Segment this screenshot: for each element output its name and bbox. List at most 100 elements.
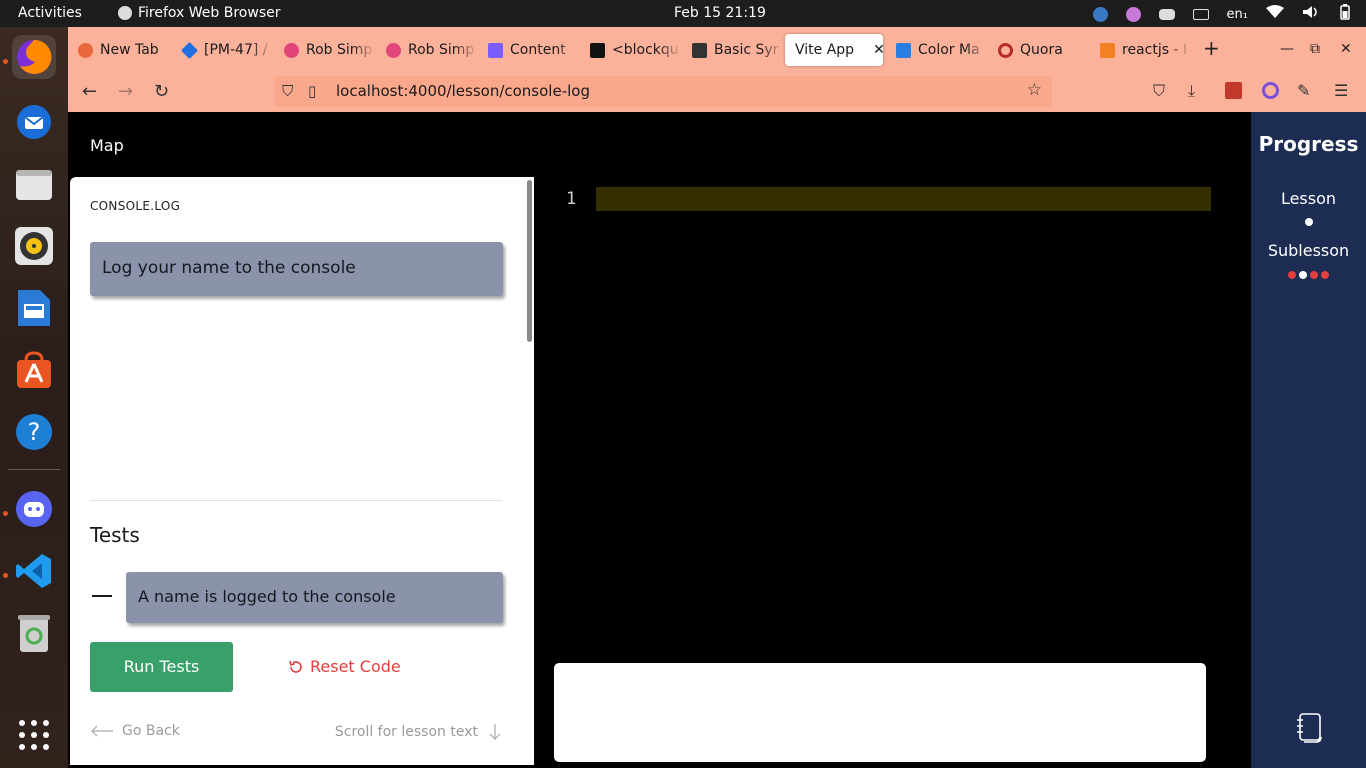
tab-quora[interactable]: Quora	[988, 34, 1090, 66]
scroll-hint-label: Scroll for lesson text	[334, 724, 478, 740]
app-name-label: Firefox Web Browser	[138, 5, 281, 21]
tab-color-map[interactable]: Color Ma	[886, 34, 988, 66]
minimize-icon[interactable]: —	[1280, 41, 1294, 57]
code-editor[interactable]: 1	[534, 177, 1251, 657]
go-back-link[interactable]: Go Back	[90, 723, 180, 739]
discord-dock-icon[interactable]	[12, 487, 56, 531]
sublesson-progress-label: Sublesson	[1267, 241, 1350, 260]
tab-basic-syntax[interactable]: Basic Syr	[682, 34, 784, 66]
app-menu[interactable]: Firefox Web Browser	[118, 5, 281, 21]
active-line-highlight[interactable]	[596, 187, 1211, 211]
volume-icon[interactable]	[1302, 5, 1320, 23]
sublesson-dot[interactable]	[1321, 271, 1329, 279]
tab-blockquote[interactable]: <blockqu	[580, 34, 682, 66]
hamburger-menu-icon[interactable]: ☰	[1334, 81, 1348, 100]
running-indicator	[3, 59, 8, 64]
tab-favicon-icon	[284, 42, 299, 58]
drive-icon[interactable]	[1192, 8, 1209, 20]
sublesson-dot[interactable]	[1310, 271, 1318, 279]
arrow-left-icon	[91, 725, 113, 737]
activities-button[interactable]: Activities	[18, 5, 82, 21]
tab-favicon-icon	[488, 42, 503, 58]
tab-favicon-icon	[1100, 42, 1115, 58]
shield-icon[interactable]: ⛉	[282, 82, 293, 100]
vscode-dock-icon[interactable]	[12, 549, 56, 593]
reset-icon	[289, 660, 302, 673]
dock-separator	[8, 469, 60, 470]
battery-icon[interactable]	[1338, 4, 1352, 24]
forward-arrow-icon[interactable]: →	[118, 81, 133, 102]
new-tab-plus-icon[interactable]: +	[1203, 36, 1220, 60]
sublesson-dot[interactable]	[1288, 271, 1296, 279]
discord-tray-icon[interactable]	[1158, 8, 1175, 20]
progress-title: Progress	[1258, 132, 1359, 156]
map-link[interactable]: Map	[90, 136, 124, 155]
bookmark-star-icon[interactable]: ☆	[1027, 80, 1042, 100]
reload-icon[interactable]: ↻	[154, 81, 169, 102]
thunderbird-dock-icon[interactable]	[12, 100, 56, 144]
pocket-icon[interactable]: ⛉	[1153, 81, 1165, 101]
rhythmbox-dock-icon[interactable]	[12, 224, 56, 268]
files-dock-icon[interactable]	[12, 162, 56, 206]
tab-close-icon[interactable]: ✕	[873, 42, 883, 58]
tab-favicon-icon	[78, 42, 93, 58]
line-number: 1	[566, 189, 577, 209]
show-apps-icon[interactable]	[12, 713, 56, 757]
notebook-icon[interactable]	[1294, 712, 1324, 748]
tab-strip: New Tab [PM-47] / Rob Simp Rob Simp Cont…	[68, 27, 1366, 72]
svg-text:?: ?	[28, 418, 41, 446]
color-picker-extension-icon[interactable]	[1262, 82, 1279, 99]
help-dock-icon[interactable]: ?	[12, 410, 56, 454]
lesson-scrollbar[interactable]	[527, 180, 532, 342]
page-info-icon[interactable]: ▯	[308, 82, 316, 100]
language-indicator[interactable]: en₁	[1227, 7, 1248, 22]
tab-vite-app[interactable]: Vite App ✕	[785, 34, 883, 66]
lesson-dot[interactable]	[1304, 218, 1313, 226]
tab-favicon-icon	[692, 42, 707, 58]
progress-panel: Progress Lesson Sublesson	[1251, 112, 1366, 768]
reset-code-label: Reset Code	[310, 657, 401, 676]
tab-content[interactable]: Content	[478, 34, 580, 66]
tab-favicon-icon	[998, 42, 1013, 58]
extension-icon[interactable]	[1225, 82, 1242, 99]
sublesson-dot[interactable]	[1299, 271, 1307, 279]
tab-favicon-icon	[590, 42, 605, 58]
tab-rob-simpson-1[interactable]: Rob Simp	[274, 34, 376, 66]
writer-dock-icon[interactable]	[12, 286, 56, 330]
running-indicator	[3, 511, 8, 516]
test-item: A name is logged to the console	[126, 572, 503, 623]
tab-favicon-icon	[896, 42, 911, 58]
maximize-icon[interactable]: ⧉	[1310, 41, 1320, 57]
url-bar[interactable]: ⛉ ▯ localhost:4000/lesson/console-log ☆	[274, 76, 1052, 107]
tab-label: Quora	[1020, 42, 1063, 58]
updates-icon[interactable]	[1092, 6, 1108, 22]
trash-dock-icon[interactable]	[12, 611, 56, 655]
sublesson-progress-dots	[1251, 271, 1366, 279]
tab-new-tab[interactable]: New Tab	[68, 34, 172, 66]
power-indicator-icon[interactable]	[1125, 6, 1141, 22]
window-close-icon[interactable]: ✕	[1340, 41, 1352, 57]
console-output	[554, 663, 1206, 762]
system-tray[interactable]: en₁	[1092, 4, 1352, 24]
tab-pm-47[interactable]: [PM-47] /	[172, 34, 274, 66]
run-tests-button[interactable]: Run Tests	[90, 642, 233, 692]
divider	[90, 500, 502, 501]
clock[interactable]: Feb 15 21:19	[674, 5, 766, 21]
lesson-progress-dots	[1251, 218, 1366, 226]
tests-heading: Tests	[90, 523, 140, 547]
lesson-title: CONSOLE.LOG	[90, 199, 181, 213]
url-text[interactable]: localhost:4000/lesson/console-log	[336, 82, 590, 100]
firefox-dock-icon[interactable]	[12, 35, 56, 79]
lesson-prompt: Log your name to the console	[90, 242, 503, 296]
downloads-icon[interactable]: ⤓	[1188, 81, 1195, 101]
app-center-dock-icon[interactable]	[12, 348, 56, 392]
reset-code-button[interactable]: Reset Code	[288, 657, 401, 676]
test-status-pending-icon	[92, 595, 112, 597]
system-top-bar: Activities Firefox Web Browser Feb 15 21…	[0, 0, 1366, 27]
arrow-down-icon	[489, 724, 501, 740]
tools-extension-icon[interactable]: ✎	[1297, 81, 1310, 100]
tab-rob-simpson-2[interactable]: Rob Simp	[376, 34, 478, 66]
back-arrow-icon[interactable]: ←	[82, 81, 97, 102]
wifi-icon[interactable]	[1266, 5, 1284, 23]
tab-reactjs[interactable]: reactjs - I	[1090, 34, 1192, 66]
